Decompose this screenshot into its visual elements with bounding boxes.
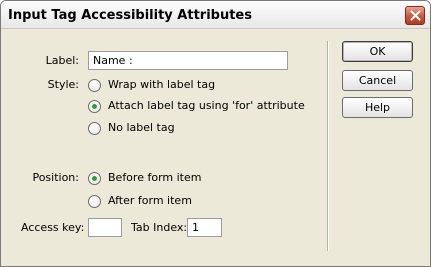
radio-attach-for[interactable] [88,100,101,113]
access-key-caption: Access key: [21,221,85,234]
access-key-field[interactable] [88,218,122,237]
close-button[interactable] [405,6,425,25]
tab-index-field[interactable] [187,218,222,237]
radio-selected-dot [92,104,97,109]
cancel-button[interactable]: Cancel [342,70,413,91]
position-caption: Position: [32,171,79,184]
radio-selected-dot [92,176,97,181]
dialog-body: Label: Style: Wrap with label tag Attach… [1,30,430,266]
ok-button[interactable]: OK [342,41,413,62]
position-option-label: Before form item [108,171,202,184]
ok-button-label: OK [369,45,386,58]
style-caption: Style: [47,78,79,91]
help-button-label: Help [364,101,391,114]
tab-index-caption: Tab Index: [131,221,188,234]
radio-before-form-item[interactable] [88,172,101,185]
help-button[interactable]: Help [342,97,413,118]
radio-after-form-item[interactable] [88,195,101,208]
radio-wrap-with-label[interactable] [88,79,101,92]
dialog-window: Input Tag Accessibility Attributes Label… [0,0,431,267]
cancel-button-label: Cancel [358,74,397,87]
label-field[interactable] [88,51,288,70]
style-option-label: Attach label tag using 'for' attribute [108,99,305,112]
title-bar[interactable]: Input Tag Accessibility Attributes [1,1,430,29]
radio-no-label[interactable] [88,122,101,135]
label-caption: Label: [45,54,79,67]
style-option-label: Wrap with label tag [108,78,216,91]
style-option-label: No label tag [108,121,175,134]
close-icon [410,10,420,21]
dialog-title: Input Tag Accessibility Attributes [8,8,252,23]
vertical-separator [327,41,329,251]
position-option-label: After form item [108,194,192,207]
